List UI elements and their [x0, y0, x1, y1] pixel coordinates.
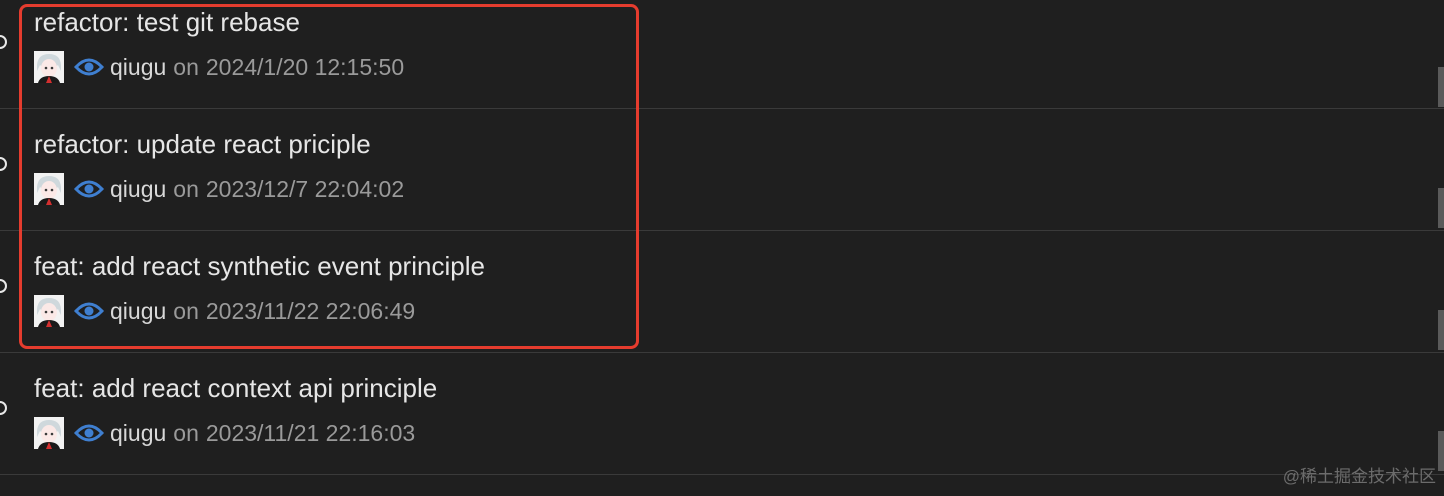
commit-item[interactable]: refactor: test git rebase qiugu on 2024/…: [0, 0, 1444, 109]
eye-icon[interactable]: [74, 56, 104, 78]
eye-icon[interactable]: [74, 300, 104, 322]
user-avatar-icon: [34, 51, 64, 83]
commit-date: 2023/12/7 22:04:02: [205, 175, 405, 202]
scrollbar-marker[interactable]: [1438, 310, 1444, 350]
commit-date: 2023/11/21 22:16:03: [205, 419, 416, 446]
commit-graph-node-icon: [0, 157, 7, 171]
user-avatar-icon: [34, 295, 64, 327]
scrollbar-marker[interactable]: [1438, 67, 1444, 107]
commit-on-label: on: [173, 297, 199, 324]
eye-icon[interactable]: [74, 422, 104, 444]
commit-meta: qiugu on 2024/1/20 12:15:50: [34, 51, 404, 83]
user-avatar-icon: [34, 417, 64, 449]
commit-message: refactor: test git rebase: [34, 7, 300, 37]
commit-on-label: on: [173, 419, 199, 446]
commit-message: feat: add react synthetic event principl…: [34, 251, 485, 281]
eye-icon[interactable]: [74, 178, 104, 200]
commit-meta: qiugu on 2023/11/21 22:16:03: [34, 417, 415, 449]
commit-item[interactable]: feat: add react synthetic event principl…: [0, 231, 1444, 353]
watermark: @稀土掘金技术社区: [1282, 467, 1436, 486]
commit-graph-node-icon: [0, 401, 7, 415]
commit-message: feat: add react context api principle: [34, 373, 438, 403]
commit-author: qiugu: [110, 419, 167, 446]
commit-author: qiugu: [110, 53, 167, 80]
commit-meta: qiugu on 2023/11/22 22:06:49: [34, 295, 415, 327]
commit-on-label: on: [173, 175, 199, 202]
commit-graph-node-icon: [0, 35, 7, 49]
commit-author: qiugu: [110, 297, 167, 324]
commit-on-label: on: [173, 53, 199, 80]
commit-author: qiugu: [110, 175, 167, 202]
commit-meta: qiugu on 2023/12/7 22:04:02: [34, 173, 404, 205]
commit-message: refactor: update react priciple: [34, 129, 371, 159]
commit-date: 2023/11/22 22:06:49: [205, 297, 416, 324]
scrollbar-marker[interactable]: [1438, 431, 1444, 471]
commit-item[interactable]: feat: add react context api principle qi…: [0, 353, 1444, 475]
commit-graph-node-icon: [0, 279, 7, 293]
user-avatar-icon: [34, 173, 64, 205]
scrollbar-marker[interactable]: [1438, 188, 1444, 228]
commit-item[interactable]: refactor: update react priciple qiugu on…: [0, 109, 1444, 231]
commit-date: 2024/1/20 12:15:50: [205, 53, 405, 80]
